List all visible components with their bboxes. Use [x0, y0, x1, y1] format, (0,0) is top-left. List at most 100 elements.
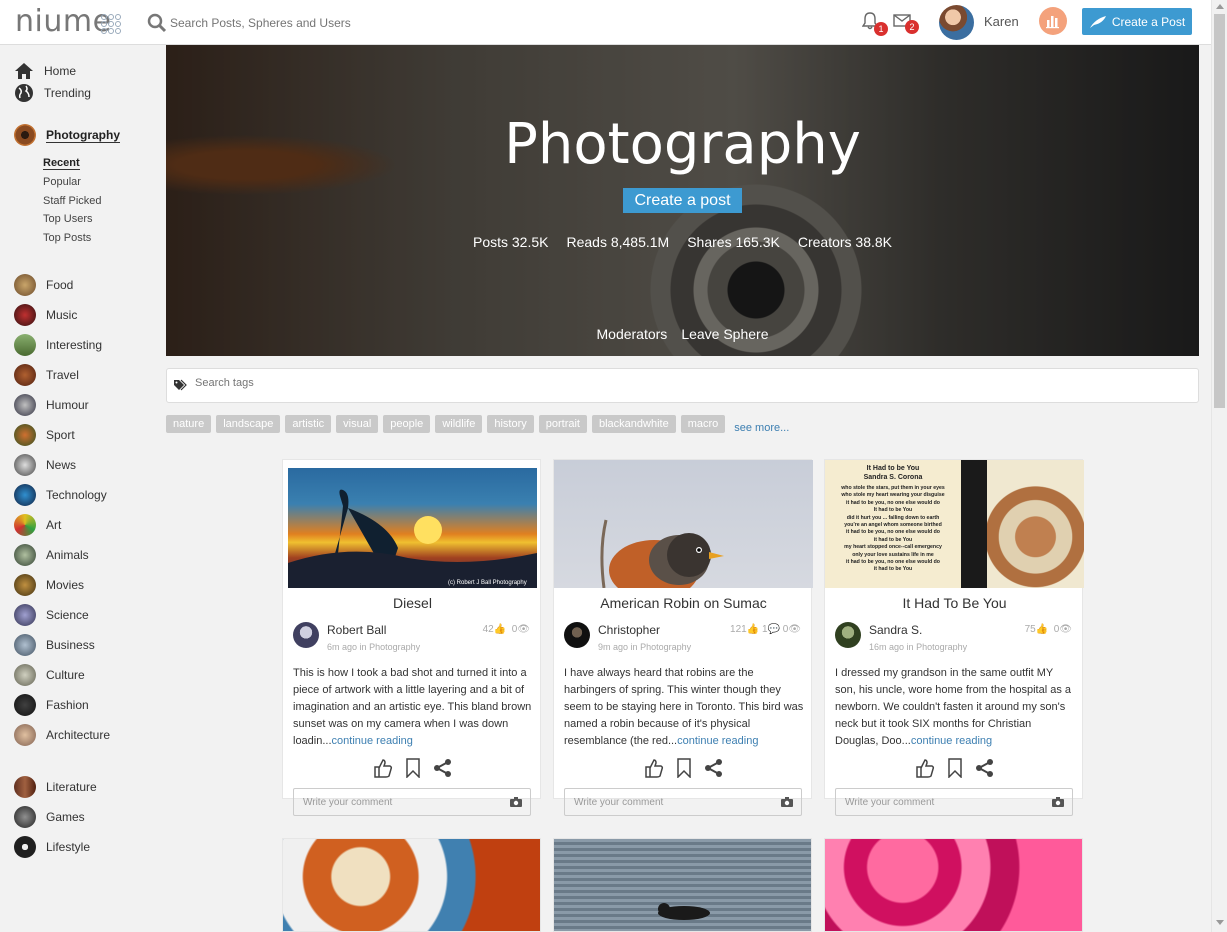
share-icon[interactable] [433, 758, 453, 778]
sidebar-item-food[interactable]: Food [14, 274, 73, 296]
sidebar-sub-popular[interactable]: Popular [43, 176, 81, 188]
author-avatar[interactable] [293, 622, 319, 648]
bookmark-icon[interactable] [947, 758, 963, 778]
share-icon[interactable] [704, 758, 724, 778]
sidebar-item-fashion[interactable]: Fashion [14, 694, 89, 716]
tag-history[interactable]: history [487, 415, 534, 433]
author-avatar[interactable] [564, 622, 590, 648]
author-name[interactable]: Christopher [598, 623, 660, 637]
sidebar-item-label: Home [44, 64, 77, 78]
post-image[interactable]: It Had to be You Sandra S. Corona who st… [825, 460, 1084, 588]
author-name[interactable]: Sandra S. [869, 623, 922, 637]
tag-wildlife[interactable]: wildlife [435, 415, 483, 433]
sidebar-item-movies[interactable]: Movies [14, 574, 84, 596]
sidebar-item-interesting[interactable]: Interesting [14, 334, 102, 356]
post-image[interactable] [554, 460, 813, 588]
post-image[interactable] [283, 839, 540, 931]
sidebar-item-news[interactable]: News [14, 454, 76, 476]
sidebar-item-photography[interactable]: Photography [14, 124, 120, 146]
search-input[interactable] [170, 10, 470, 36]
sidebar-item-label: Literature [46, 780, 97, 794]
sidebar-item-technology[interactable]: Technology [14, 484, 107, 506]
scroll-up-arrow[interactable] [1216, 4, 1224, 9]
camera-icon[interactable] [781, 797, 793, 807]
tag-search-input[interactable] [195, 377, 595, 389]
leave-sphere-link[interactable]: Leave Sphere [681, 326, 768, 342]
post-title[interactable]: American Robin on Sumac [554, 595, 813, 611]
sidebar-item-trending[interactable]: Trending [14, 83, 91, 103]
hero-create-post-button[interactable]: Create a post [623, 188, 742, 213]
post-card[interactable]: It Had to be You Sandra S. Corona who st… [824, 459, 1084, 816]
tag-landscape[interactable]: landscape [216, 415, 281, 433]
tag-people[interactable]: people [383, 415, 431, 433]
sidebar-sub-staff-picked[interactable]: Staff Picked [43, 195, 102, 207]
author-avatar[interactable] [835, 622, 861, 648]
tag-visual[interactable]: visual [336, 415, 379, 433]
continue-reading-link[interactable]: continue reading [911, 735, 992, 747]
stats-button[interactable] [1039, 7, 1067, 35]
sidebar-item-lifestyle[interactable]: Lifestyle [14, 836, 90, 858]
like-icon[interactable] [644, 758, 664, 778]
post-actions [825, 758, 1084, 778]
post-counts: 42👍 0👁 [482, 624, 530, 635]
notifications-button[interactable]: 1 [861, 12, 888, 36]
like-icon[interactable] [373, 758, 393, 778]
sidebar-sub-top-posts[interactable]: Top Posts [43, 232, 91, 244]
username[interactable]: Karen [984, 14, 1019, 29]
share-icon[interactable] [975, 758, 995, 778]
post-card[interactable] [824, 838, 1083, 932]
bookmark-icon[interactable] [405, 758, 421, 778]
post-card[interactable] [553, 838, 812, 932]
logo-grid-icon [101, 14, 121, 34]
sidebar-item-sport[interactable]: Sport [14, 424, 75, 446]
post-image[interactable] [825, 839, 1082, 931]
camera-icon[interactable] [510, 797, 522, 807]
sidebar-item-animals[interactable]: Animals [14, 544, 89, 566]
tag-blackandwhite[interactable]: blackandwhite [591, 415, 676, 433]
tag-artistic[interactable]: artistic [285, 415, 332, 433]
author-name[interactable]: Robert Ball [327, 623, 386, 637]
comment-input[interactable]: Write your comment [564, 788, 802, 816]
sidebar-item-science[interactable]: Science [14, 604, 89, 626]
continue-reading-link[interactable]: continue reading [332, 735, 413, 747]
create-post-button[interactable]: Create a Post [1082, 8, 1192, 35]
lifestyle-sphere-icon [14, 836, 36, 858]
post-card[interactable] [282, 838, 541, 932]
tag-macro[interactable]: macro [680, 415, 726, 433]
niume-logo[interactable]: niume [15, 4, 121, 39]
sidebar-item-culture[interactable]: Culture [14, 664, 85, 686]
page-scrollbar[interactable] [1211, 0, 1227, 932]
sidebar-item-travel[interactable]: Travel [14, 364, 79, 386]
sidebar-sub-recent[interactable]: Recent [43, 157, 80, 170]
scroll-down-arrow[interactable] [1216, 920, 1224, 925]
user-avatar[interactable] [939, 5, 974, 40]
camera-icon[interactable] [1052, 797, 1064, 807]
sidebar-item-art[interactable]: Art [14, 514, 61, 536]
moderators-link[interactable]: Moderators [597, 326, 668, 342]
comment-input[interactable]: Write your comment [293, 788, 531, 816]
like-icon[interactable] [915, 758, 935, 778]
post-title[interactable]: It Had To Be You [825, 595, 1084, 611]
tag-nature[interactable]: nature [166, 415, 212, 433]
comment-input[interactable]: Write your comment [835, 788, 1073, 816]
search-icon[interactable] [147, 13, 167, 33]
sidebar-item-architecture[interactable]: Architecture [14, 724, 110, 746]
see-more-tags-link[interactable]: see more... [734, 422, 789, 434]
sidebar-item-games[interactable]: Games [14, 806, 85, 828]
post-card[interactable]: American Robin on Sumac Christopher 9m a… [553, 459, 813, 816]
post-image[interactable]: (c) Robert J Ball Photography [288, 468, 537, 588]
sidebar-item-business[interactable]: Business [14, 634, 95, 656]
sidebar-item-humour[interactable]: Humour [14, 394, 89, 416]
messages-button[interactable]: 2 [893, 14, 919, 34]
continue-reading-link[interactable]: continue reading [677, 735, 758, 747]
post-card[interactable]: (c) Robert J Ball Photography Diesel Rob… [282, 459, 542, 816]
sidebar-sub-top-users[interactable]: Top Users [43, 213, 93, 225]
bookmark-icon[interactable] [676, 758, 692, 778]
post-image[interactable] [554, 839, 811, 931]
tag-portrait[interactable]: portrait [538, 415, 587, 433]
sidebar-item-home[interactable]: Home [14, 62, 76, 80]
sidebar-item-literature[interactable]: Literature [14, 776, 97, 798]
post-title[interactable]: Diesel [283, 595, 542, 611]
scrollbar-thumb[interactable] [1214, 14, 1225, 408]
sidebar-item-music[interactable]: Music [14, 304, 77, 326]
